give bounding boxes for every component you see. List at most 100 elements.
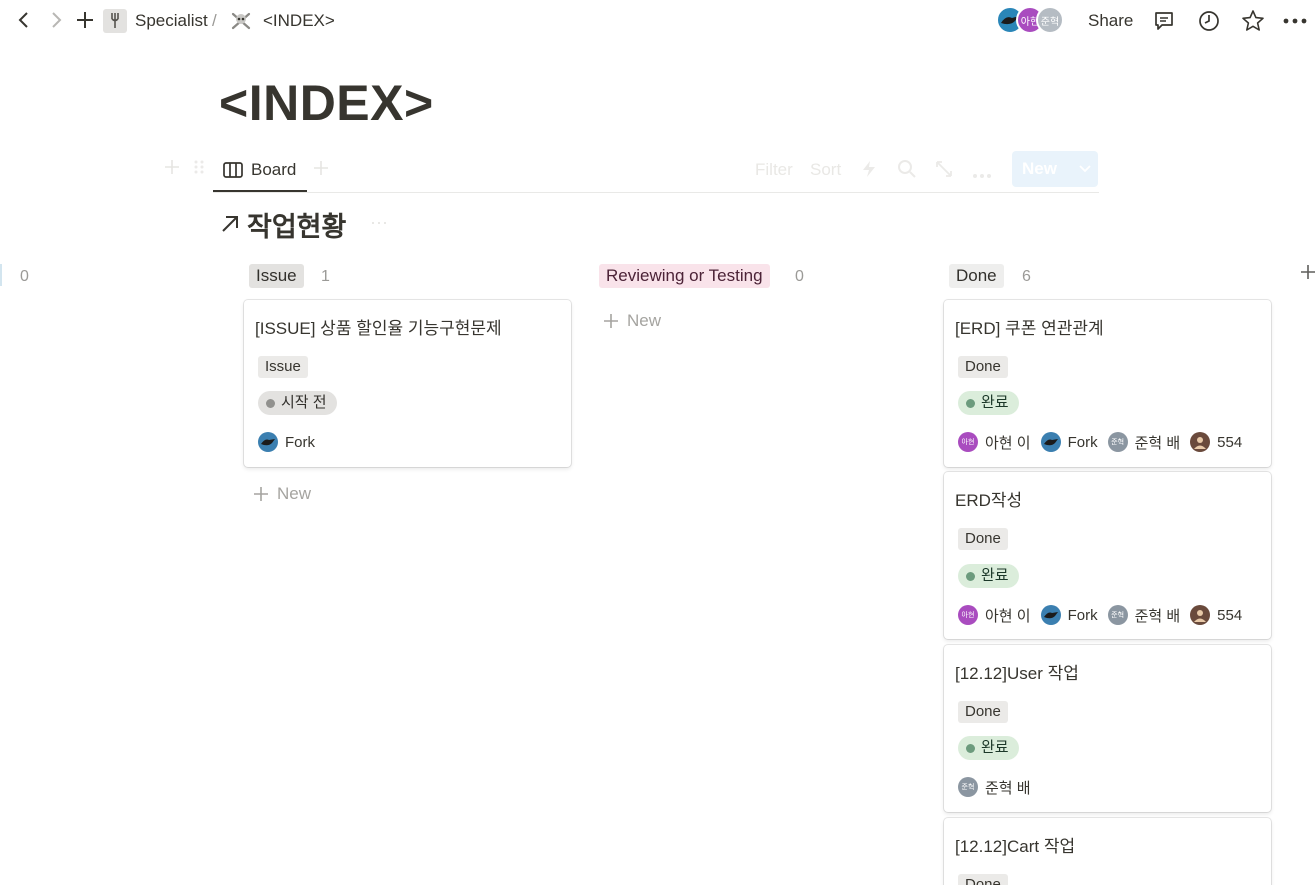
- card-title: [12.12]Cart 작업: [955, 837, 1076, 856]
- plus-icon[interactable]: [73, 8, 97, 32]
- column-done-count: 6: [1022, 268, 1031, 285]
- column-issue-new[interactable]: New: [253, 484, 311, 504]
- arrow-up-right-icon: [219, 213, 241, 235]
- card[interactable]: [12.12]Cart 작업 Done: [944, 818, 1271, 885]
- hidden-group-count: 0: [20, 268, 29, 285]
- breadcrumb-workspace[interactable]: Specialist: [135, 11, 208, 31]
- card-tag: Done: [958, 701, 1008, 723]
- avatar: [1040, 432, 1061, 452]
- section-title: 작업현황: [247, 211, 347, 242]
- avatar: 준혁: [1107, 605, 1128, 625]
- person-name: 아현 이: [985, 434, 1031, 452]
- column-reviewing-count: 0: [795, 268, 804, 285]
- search-icon[interactable]: [897, 159, 917, 184]
- avatar-junhyuk: 준혁: [1036, 6, 1064, 34]
- card-people: 준혁 준혁 배: [958, 776, 1035, 798]
- chevron-down-icon[interactable]: [1078, 159, 1092, 182]
- board-view-icon: [223, 162, 243, 178]
- person-name: Fork: [1067, 606, 1098, 624]
- column-issue-header[interactable]: Issue: [249, 264, 304, 288]
- hidden-groups-marker: [0, 264, 2, 286]
- view-more-icon[interactable]: [972, 166, 992, 184]
- avatar: [1190, 605, 1211, 625]
- avatar: [1040, 605, 1061, 625]
- tab-board[interactable]: Board: [213, 150, 307, 192]
- person-name: 554: [1217, 606, 1243, 624]
- card-people: 아현 아현 이 Fork 준혁 준혁 배 554: [958, 604, 1246, 626]
- share-button[interactable]: Share: [1088, 11, 1133, 31]
- status-badge: 완료: [958, 736, 1019, 760]
- column-reviewing-new[interactable]: New: [603, 311, 661, 331]
- new-label: New: [277, 484, 312, 503]
- card-tag: Issue: [258, 356, 308, 378]
- collaborator-avatars[interactable]: 아현 준혁: [996, 6, 1072, 34]
- back-icon[interactable]: [12, 8, 36, 32]
- forward-icon[interactable]: [44, 8, 68, 32]
- card-title: [ISSUE] 상품 할인율 기능구현문제: [255, 319, 502, 338]
- status-badge: 완료: [958, 391, 1019, 415]
- new-label: New: [627, 311, 662, 330]
- status-label: 완료: [981, 394, 1009, 411]
- add-view-icon[interactable]: [313, 160, 329, 181]
- status-badge: 완료: [958, 564, 1019, 588]
- person-name: 554: [1217, 433, 1243, 451]
- card[interactable]: [12.12]User 작업 Done 완료 준혁 준혁 배: [944, 645, 1271, 812]
- avatar: [1190, 432, 1211, 452]
- status-dot: [966, 743, 975, 753]
- skull-icon: [229, 9, 253, 33]
- status-label: 완료: [981, 567, 1009, 584]
- person-name: 준혁 배: [1134, 434, 1181, 452]
- card-people: 아현 아현 이 Fork 준혁 준혁 배 554: [958, 431, 1246, 453]
- avatar: [258, 432, 278, 452]
- person-name: 준혁 배: [1134, 607, 1181, 625]
- status-label: 시작 전: [281, 394, 327, 411]
- card[interactable]: [ERD] 쿠폰 연관관계 Done 완료 아현 아현 이 Fork 준혁 준혁 배…: [944, 300, 1271, 467]
- breadcrumb-separator: /: [212, 11, 217, 30]
- automation-icon[interactable]: [861, 160, 877, 183]
- breadcrumb-page[interactable]: <INDEX>: [263, 11, 335, 31]
- card-title: [12.12]User 작업: [955, 664, 1079, 683]
- more-icon[interactable]: [1282, 8, 1308, 34]
- status-label: 완료: [981, 739, 1009, 756]
- column-issue-count: 1: [321, 268, 330, 285]
- column-reviewing-header[interactable]: Reviewing or Testing: [599, 264, 770, 288]
- column-done-header[interactable]: Done: [949, 264, 1004, 288]
- expand-icon[interactable]: [935, 160, 953, 183]
- avatar: 준혁: [1107, 432, 1128, 452]
- card-tag: Done: [958, 356, 1008, 378]
- status-badge: 시작 전: [258, 391, 337, 415]
- sort-button[interactable]: Sort: [810, 160, 841, 180]
- avatar: 아현: [958, 605, 978, 625]
- add-block-icon[interactable]: [163, 158, 181, 181]
- person-name: Fork: [1067, 433, 1098, 451]
- drag-handle-icon[interactable]: [193, 159, 205, 180]
- new-button[interactable]: New: [1012, 151, 1098, 187]
- fork-icon[interactable]: [103, 9, 127, 33]
- new-button-label: New: [1022, 159, 1057, 178]
- add-group-icon[interactable]: [1300, 264, 1316, 286]
- plus-icon: [254, 487, 268, 501]
- card[interactable]: ERD작성 Done 완료 아현 아현 이 Fork 준혁 준혁 배 554: [944, 472, 1271, 639]
- view-divider: [213, 192, 1099, 193]
- star-icon[interactable]: [1240, 8, 1266, 34]
- plus-icon: [604, 314, 618, 328]
- card-tag: Done: [958, 528, 1008, 550]
- card-title: [ERD] 쿠폰 연관관계: [955, 319, 1104, 338]
- status-dot: [966, 398, 975, 408]
- status-dot: [266, 398, 275, 408]
- avatar: 준혁: [958, 777, 978, 797]
- card-people: Fork: [258, 431, 319, 453]
- section-more-icon[interactable]: ···: [370, 212, 388, 233]
- card[interactable]: [ISSUE] 상품 할인율 기능구현문제 Issue 시작 전 Fork: [244, 300, 571, 467]
- page-title[interactable]: <INDEX>: [219, 74, 434, 132]
- comment-icon[interactable]: [1151, 8, 1177, 34]
- top-bar: Specialist / <INDEX> 아현 준혁 Share: [0, 0, 1316, 42]
- card-title: ERD작성: [955, 491, 1023, 510]
- status-dot: [966, 571, 975, 581]
- section-header[interactable]: 작업현황: [219, 206, 346, 242]
- avatar: 아현: [958, 432, 978, 452]
- card-tag: Done: [958, 874, 1008, 885]
- filter-button[interactable]: Filter: [755, 160, 793, 180]
- tab-board-label: Board: [251, 160, 297, 179]
- clock-icon[interactable]: [1196, 8, 1222, 34]
